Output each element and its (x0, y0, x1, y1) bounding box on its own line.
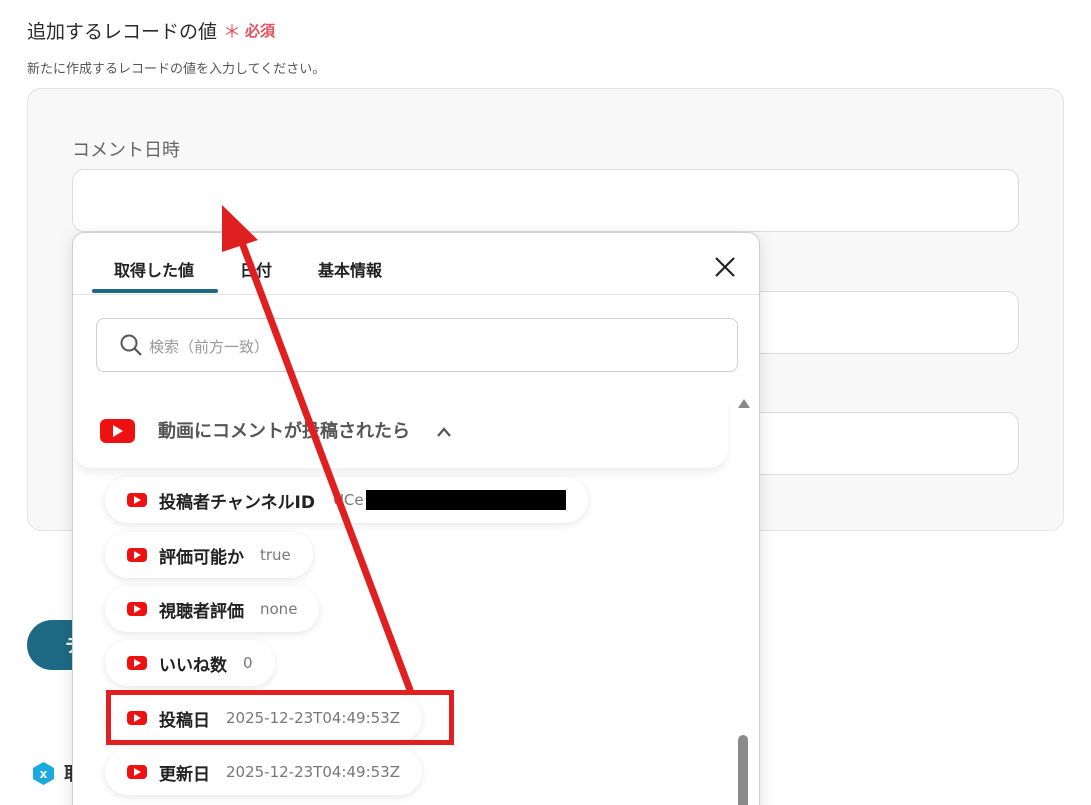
annotation-arrow (222, 205, 414, 694)
